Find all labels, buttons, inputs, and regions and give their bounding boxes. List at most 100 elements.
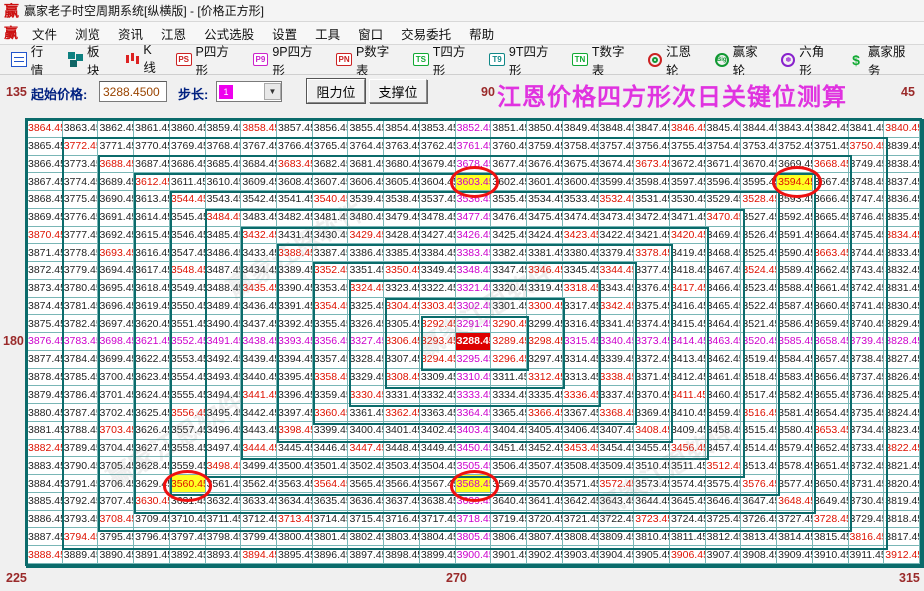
- grid-cell: 3875.45: [27, 315, 63, 333]
- step-color-swatch: 1: [219, 85, 233, 99]
- grid-cell: 3314.45: [563, 351, 599, 369]
- grid-cell: 3325.45: [348, 298, 384, 316]
- grid-cell: 3846.45: [670, 120, 706, 138]
- grid-cell: 3834.45: [884, 227, 920, 245]
- grid-cell: 3405.45: [527, 422, 563, 440]
- grid-cell: 3348.45: [456, 262, 492, 280]
- grid-cell: 3309.45: [420, 369, 456, 387]
- grid-cell: 3844.45: [741, 120, 777, 138]
- grid-cell: 3459.45: [706, 404, 742, 422]
- grid-cell: 3718.45: [456, 511, 492, 529]
- grid-cell: 3679.45: [420, 156, 456, 174]
- grid-cell: 3384.45: [420, 244, 456, 262]
- grid-cell: 3628.45: [134, 457, 170, 475]
- grid-cell: 3315.45: [563, 333, 599, 351]
- toolbar-item-label: 赢家服务: [868, 41, 917, 79]
- grid-cell: 3890.45: [98, 546, 134, 564]
- grid-cell: 3434.45: [241, 262, 277, 280]
- grid-cell: 3536.45: [456, 191, 492, 209]
- grid-cell: 3462.45: [706, 351, 742, 369]
- grid-cell: 3354.45: [313, 298, 349, 316]
- grid-cell: 3660.45: [813, 298, 849, 316]
- grid-cell: 3458.45: [706, 422, 742, 440]
- grid-cell: 3647.45: [741, 493, 777, 511]
- grid-cell: 3546.45: [170, 227, 206, 245]
- grid-cell: 3578.45: [777, 457, 813, 475]
- grid-cell: 3490.45: [206, 315, 242, 333]
- grid-cell: 3368.45: [599, 404, 635, 422]
- grid-cell: 3571.45: [563, 475, 599, 493]
- grid-cell: 3551.45: [170, 315, 206, 333]
- grid-cell: 3349.45: [420, 262, 456, 280]
- grid-cell: 3528.45: [741, 191, 777, 209]
- grid-cell: 3545.45: [170, 209, 206, 227]
- grid-cell: 3586.45: [777, 315, 813, 333]
- grid-cell: 3697.45: [98, 315, 134, 333]
- chevron-down-icon[interactable]: ▼: [264, 83, 281, 100]
- grid-cell: 3833.45: [884, 244, 920, 262]
- grid-cell: 3572.45: [599, 475, 635, 493]
- dollar-icon: $: [848, 52, 864, 67]
- grid-cell: 3318.45: [563, 280, 599, 298]
- grid-cell: 3360.45: [313, 404, 349, 422]
- grid-cell: 3471.45: [670, 209, 706, 227]
- grid-cell: 3479.45: [384, 209, 420, 227]
- grid-cell: 3351.45: [348, 262, 384, 280]
- grid-cell: 3632.45: [206, 493, 242, 511]
- grid-cell: 3790.45: [63, 457, 99, 475]
- grid-cell: 3838.45: [884, 156, 920, 174]
- grid-cell: 3308.45: [384, 369, 420, 387]
- grid-cell: 3296.45: [491, 351, 527, 369]
- grid-cell: 3339.45: [599, 351, 635, 369]
- grid-cell: 3640.45: [491, 493, 527, 511]
- grid-cell: 3688.45: [98, 156, 134, 174]
- grid-cell: 3358.45: [313, 369, 349, 387]
- grid-cell: 3359.45: [313, 386, 349, 404]
- toolbar-item-label: K线: [143, 43, 163, 76]
- grid-cell: 3854.45: [384, 120, 420, 138]
- grid-cell: 3881.45: [27, 422, 63, 440]
- grid-cell: 3352.45: [313, 262, 349, 280]
- bottom-angle-labels: 225 270 315: [0, 568, 924, 588]
- grid-cell: 3326.45: [348, 315, 384, 333]
- grid-cell: 3417.45: [670, 280, 706, 298]
- grid-cell: 3817.45: [884, 528, 920, 546]
- toolbar-item-kxian[interactable]: K线: [119, 40, 171, 79]
- grid-cell: 3557.45: [170, 422, 206, 440]
- grid-cell: 3320.45: [491, 280, 527, 298]
- toolbar: 行情板块K线PSP四方形P99P四方形PNP数字表TST四方形T99T四方形TN…: [0, 45, 924, 75]
- grid-cell: 3864.45: [27, 120, 63, 138]
- grid-cell: 3852.45: [456, 120, 492, 138]
- grid-cell: 3639.45: [456, 493, 492, 511]
- grid-cell: 3766.45: [277, 138, 313, 156]
- grid-cell: 3504.45: [420, 457, 456, 475]
- grid-cell: 3751.45: [813, 138, 849, 156]
- grid-cell: 3698.45: [98, 333, 134, 351]
- grid-cell: 3433.45: [241, 244, 277, 262]
- grid-cell: 3907.45: [706, 546, 742, 564]
- grid-cell: 3604.45: [420, 173, 456, 191]
- grid-cell: 3889.45: [63, 546, 99, 564]
- grid-cell: 3494.45: [206, 386, 242, 404]
- grid-cell: 3407.45: [599, 422, 635, 440]
- grid-cell: 3753.45: [741, 138, 777, 156]
- grid-cell: 3473.45: [599, 209, 635, 227]
- grid-cell: 3335.45: [527, 386, 563, 404]
- start-price-input[interactable]: [99, 81, 167, 102]
- support-button[interactable]: 支撑位: [369, 79, 427, 103]
- ps-badge-icon: PS: [176, 53, 192, 66]
- grid-cell: 3895.45: [277, 546, 313, 564]
- grid-cell: 3611.45: [170, 173, 206, 191]
- grid-cell: 3656.45: [813, 369, 849, 387]
- grid-cell: 3526.45: [741, 227, 777, 245]
- grid-cell: 3327.45: [348, 333, 384, 351]
- grid-cell: 3733.45: [849, 440, 885, 458]
- step-dropdown[interactable]: 1 ▼: [216, 81, 282, 102]
- grid-cell: 3762.45: [420, 138, 456, 156]
- grid-cell: 3379.45: [599, 244, 635, 262]
- grid-cell: 3529.45: [706, 191, 742, 209]
- grid-cell: 3797.45: [170, 528, 206, 546]
- resistance-button[interactable]: 阻力位: [307, 79, 365, 103]
- grid-cell: 3375.45: [634, 298, 670, 316]
- grid-cell: 3547.45: [170, 244, 206, 262]
